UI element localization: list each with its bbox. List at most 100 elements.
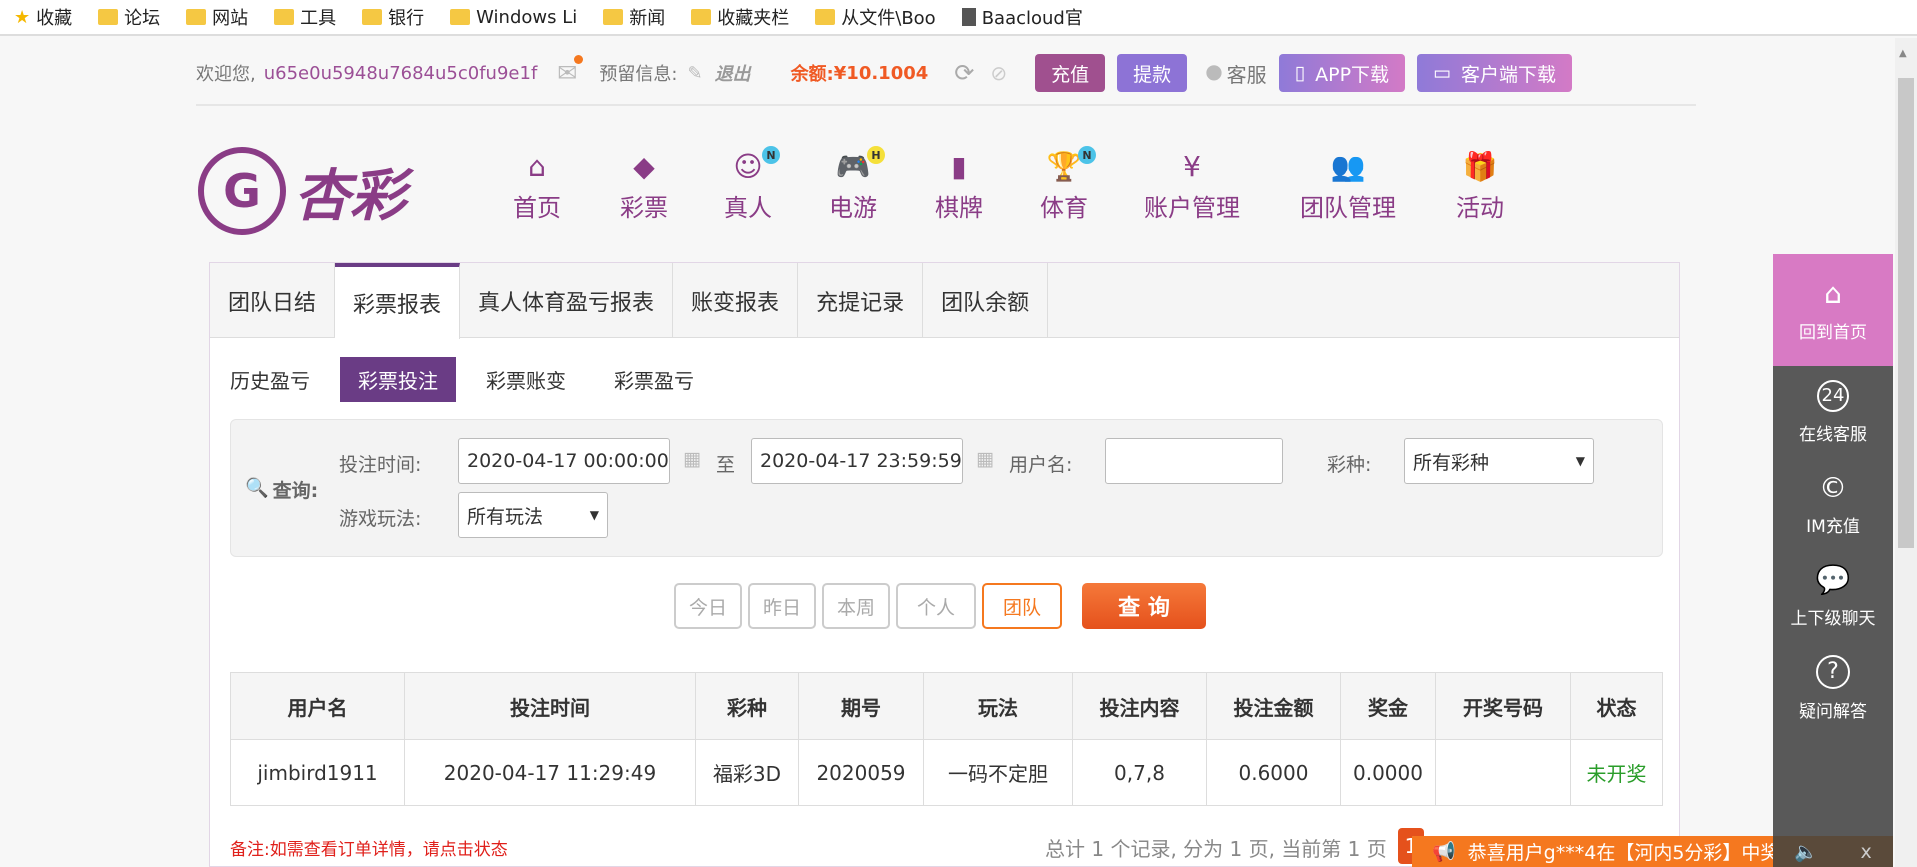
hide-eye-icon[interactable]: ⊘ <box>990 61 1007 85</box>
status-link[interactable]: 未开奖 <box>1570 739 1663 806</box>
folder-icon <box>98 9 119 25</box>
nav-chess-cards[interactable]: ▮ 棋牌 <box>935 150 983 223</box>
play-type-label: 游戏玩法: <box>339 508 422 530</box>
edit-icon[interactable]: ✎ <box>687 63 702 84</box>
nav-home[interactable]: ⌂ 首页 <box>513 150 561 223</box>
subtab-lottery-changes[interactable]: 彩票账变 <box>468 357 584 402</box>
this-week-button[interactable]: 本周 <box>822 583 890 629</box>
sidebar-label: 回到首页 <box>1799 323 1867 343</box>
question-icon: ? <box>1816 654 1850 689</box>
tab-lottery-report[interactable]: 彩票报表 <box>335 263 461 339</box>
bookmarks-bar: ★ 收藏 论坛 网站 工具 银行 Windows Li 新闻 收藏夹栏 从文件\B… <box>0 0 1917 36</box>
username: u65e0u5948u7684u5c0fu9e1f <box>263 62 538 84</box>
cell-play: 一码不定胆 <box>923 739 1073 806</box>
table-row: jimbird1911 2020-04-17 11:29:49 福彩3D 202… <box>230 739 1663 806</box>
bookmark-favorites[interactable]: ★ 收藏 <box>14 4 72 30</box>
bookmark[interactable]: 工具 <box>274 4 336 30</box>
bookmark[interactable]: 网站 <box>186 4 248 30</box>
nav-lottery[interactable]: ◆ 彩票 <box>620 150 668 223</box>
withdraw-button[interactable]: 提款 <box>1117 54 1188 92</box>
bookmark-label: 银行 <box>388 8 425 29</box>
calendar-icon[interactable]: ▦ <box>683 448 701 470</box>
subtab-lottery-bets[interactable]: 彩票投注 <box>340 357 456 402</box>
start-time-input[interactable]: 2020-04-17 00:00:00 <box>458 438 670 484</box>
folder-icon <box>362 9 383 25</box>
nav-label: 真人 <box>724 194 772 222</box>
tab-team-balance[interactable]: 团队余额 <box>923 263 1049 338</box>
folder-icon <box>450 9 471 25</box>
bookmark[interactable]: Baacloud官 <box>961 4 1083 30</box>
calendar-icon[interactable]: ▦ <box>976 448 994 470</box>
nav-live[interactable]: ☺ N 真人 <box>724 146 780 223</box>
bookmark[interactable]: 新闻 <box>603 4 665 30</box>
customer-service-link[interactable]: ● 客服 <box>1205 59 1266 88</box>
megaphone-icon: 📢 <box>1432 841 1456 863</box>
col-status: 状态 <box>1570 672 1663 740</box>
subtab-history-pl[interactable]: 历史盈亏 <box>230 357 328 402</box>
balance-label: 余额: <box>790 64 834 85</box>
nav-sports[interactable]: 🏆 N 体育 <box>1040 146 1096 223</box>
nav-activity[interactable]: 🎁 活动 <box>1456 150 1504 223</box>
tab-team-daily[interactable]: 团队日结 <box>210 263 336 338</box>
page-scrollbar[interactable]: ▲ <box>1895 38 1917 867</box>
site-logo[interactable]: G 杏彩 <box>198 147 406 235</box>
yesterday-button[interactable]: 昨日 <box>748 583 816 629</box>
chat-button[interactable]: 💬 上下级聊天 <box>1773 550 1893 642</box>
bookmark[interactable]: 论坛 <box>98 4 160 30</box>
im-recharge-button[interactable]: © IM充值 <box>1773 458 1893 550</box>
today-button[interactable]: 今日 <box>674 583 742 629</box>
play-type-select[interactable]: 所有玩法 ▼ <box>458 492 608 538</box>
cell-amount: 0.6000 <box>1206 739 1341 806</box>
nav-label: 账户管理 <box>1144 194 1240 222</box>
dealer-glyph: ☺ <box>733 149 763 183</box>
nav-egames[interactable]: 🎮 H 电游 <box>829 146 885 223</box>
chat-bubble-icon: 💬 <box>1815 563 1851 596</box>
faq-button[interactable]: ? 疑问解答 <box>1773 642 1893 734</box>
speaker-icon[interactable]: 🔈 <box>1794 840 1818 863</box>
scrollbar-thumb[interactable] <box>1898 78 1914 548</box>
bookmark[interactable]: 银行 <box>362 4 424 30</box>
logout-link[interactable]: 退出 <box>715 60 751 86</box>
gamepad-glyph: 🎮 <box>835 149 871 183</box>
tab-account-change[interactable]: 账变报表 <box>673 263 799 338</box>
refresh-icon[interactable]: ⟳ <box>954 59 974 87</box>
nav-label: 体育 <box>1040 194 1088 222</box>
bookmark-label: Windows Li <box>476 6 578 28</box>
phone-icon: ▯ <box>1294 62 1306 84</box>
folder-icon <box>186 9 207 25</box>
winner-notice-bar: 📢 恭喜用户g***4在【河内5分彩】中奖23472元 🔈 x <box>1412 836 1893 867</box>
team-button[interactable]: 团队 <box>982 583 1062 629</box>
personal-button[interactable]: 个人 <box>896 583 976 629</box>
bookmark[interactable]: 收藏夹栏 <box>691 4 789 30</box>
client-download-button[interactable]: ▭ 客户端下载 <box>1417 54 1572 92</box>
bookmark[interactable]: Windows Li <box>450 7 577 28</box>
search-button[interactable]: 查 询 <box>1082 583 1206 629</box>
notice-close-button[interactable]: x <box>1860 841 1871 863</box>
scroll-up-icon[interactable]: ▲ <box>1899 48 1907 59</box>
recharge-button[interactable]: 充值 <box>1035 54 1106 92</box>
cell-prize: 0.0000 <box>1340 739 1436 806</box>
tab-deposit-withdraw[interactable]: 充提记录 <box>798 263 924 338</box>
gift-icon: 🎁 <box>1462 149 1498 183</box>
lottery-type-select[interactable]: 所有彩种 ▼ <box>1404 438 1594 484</box>
nav-label: 活动 <box>1456 194 1504 222</box>
app-download-button[interactable]: ▯ APP下载 <box>1278 54 1406 92</box>
online-service-button[interactable]: 24 在线客服 <box>1773 366 1893 458</box>
bookmark[interactable]: 从文件\Boo <box>815 4 936 30</box>
bookmark-label: 论坛 <box>124 8 161 29</box>
mail-icon[interactable]: ✉ <box>557 55 584 87</box>
back-home-button[interactable]: ⌂ 回到首页 <box>1773 254 1893 366</box>
yen-coin-icon: ¥ <box>1183 149 1201 183</box>
username-input[interactable] <box>1105 438 1283 484</box>
tab-live-sports-report[interactable]: 真人体育盈亏报表 <box>460 263 674 338</box>
end-time-input[interactable]: 2020-04-17 23:59:59 <box>751 438 963 484</box>
folder-icon <box>274 9 295 25</box>
team-icon: 👥 <box>1330 149 1366 183</box>
divider <box>196 104 1696 106</box>
sub-tabs: 历史盈亏 彩票投注 彩票账变 彩票盈亏 <box>230 357 712 402</box>
cell-username: jimbird1911 <box>230 739 405 806</box>
nav-account[interactable]: ¥ 账户管理 <box>1144 150 1240 223</box>
subtab-lottery-pl[interactable]: 彩票盈亏 <box>596 357 712 402</box>
bookmark-label: 从文件\Boo <box>841 8 936 29</box>
nav-team[interactable]: 👥 团队管理 <box>1300 150 1396 223</box>
